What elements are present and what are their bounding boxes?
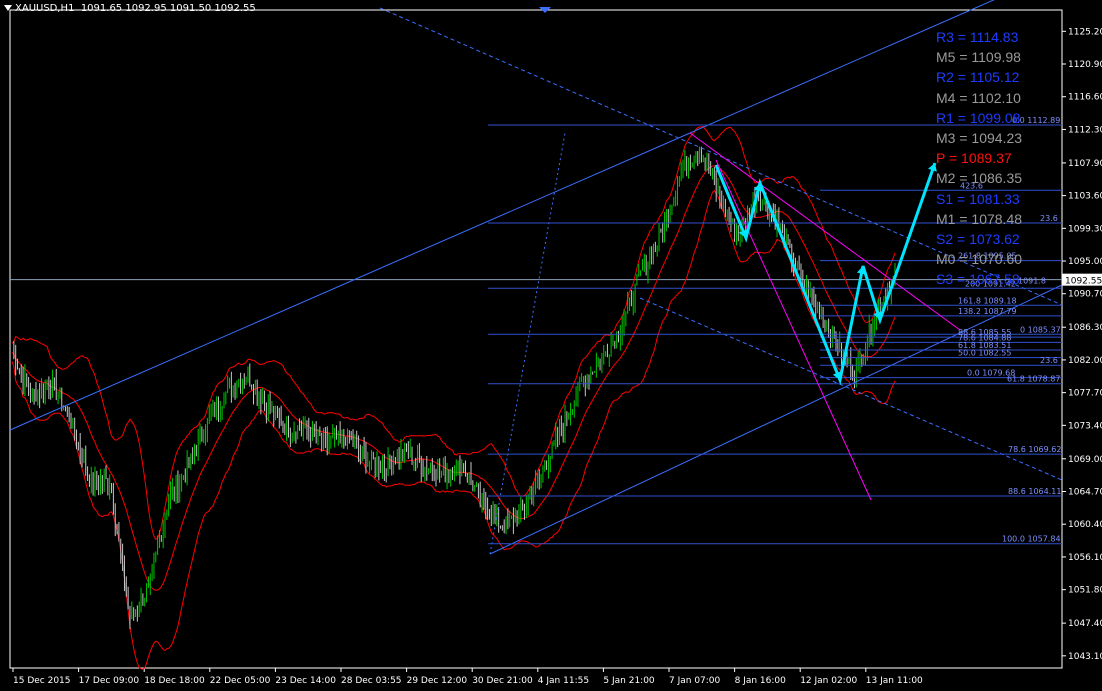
x-tick-label: 23 Dec 14:00 — [275, 676, 336, 686]
fib-level-label: 23.6 — [1040, 356, 1058, 365]
symbol-label: XAUUSD,H1 — [15, 3, 75, 14]
x-tick-label: 15 Dec 2015 — [13, 676, 71, 686]
bollinger-middle — [11, 165, 896, 591]
y-tick-label: 1073.40 — [1068, 421, 1102, 431]
y-tick-label: 1090.70 — [1068, 290, 1102, 300]
pivot-level: R2 = 1105.12 — [936, 69, 1020, 86]
y-tick-label: 1051.80 — [1068, 586, 1102, 596]
y-tick-label: 1120.90 — [1068, 60, 1102, 70]
pivot-level: S2 = 1073.62 — [936, 230, 1020, 247]
y-tick-label: 1112.30 — [1068, 125, 1102, 135]
pivot-level: M4 = 1102.10 — [936, 89, 1021, 106]
y-tick-label: 1095.00 — [1068, 257, 1102, 267]
fib-level-label: 100.0 1057.84 — [1002, 535, 1061, 544]
y-tick-label: 1107.90 — [1068, 159, 1102, 169]
x-tick-label: 13 Jan 11:00 — [866, 676, 923, 686]
ohlc-values: 1091.65 1092.95 1091.50 1092.55 — [80, 3, 256, 14]
upper-channel-line — [9, 132, 691, 431]
fib-level-label: 61.8 1078.87 — [1007, 375, 1060, 384]
y-tick-label: 1047.40 — [1068, 619, 1102, 629]
pivot-level: S1 = 1081.33 — [936, 190, 1020, 207]
fib-level-label: 161.8 1089.18 — [958, 296, 1017, 305]
pivot-level: P = 1089.37 — [936, 150, 1012, 167]
pattern-arrow-path — [714, 162, 937, 386]
x-tick-label: 8 Jan 16:00 — [735, 676, 787, 686]
fib-level-label: 0 1085.37 — [1020, 325, 1061, 334]
pivot-levels-panel: R3 = 1114.83 M5 = 1109.98 R2 = 1105.12 M4 =… — [936, 27, 1022, 289]
fib-level-label: 138.2 1087.79 — [958, 307, 1017, 316]
pivot-level: M1 = 1078.48 — [936, 210, 1023, 227]
x-tick-label: 29 Dec 12:00 — [407, 676, 468, 686]
x-tick-label: 17 Dec 09:00 — [79, 676, 140, 686]
x-tick-label: 7 Jan 07:00 — [669, 676, 721, 686]
x-tick-label: 4 Jan 11:55 — [538, 676, 589, 686]
fib-level-label: 23.6 — [1040, 214, 1058, 223]
current-price-label: 1092.55 — [1065, 277, 1102, 287]
fib-level-label: 78.6 1069.62 — [1008, 445, 1061, 454]
y-tick-label: 1069.00 — [1068, 455, 1102, 465]
x-tick-label: 5 Jan 21:00 — [603, 676, 655, 686]
x-tick-label: 12 Jan 02:00 — [800, 676, 857, 686]
pivot-level: R3 = 1114.83 — [936, 29, 1019, 45]
fib-level-label: 1091.8 — [1018, 276, 1046, 285]
y-tick-label: 1103.60 — [1068, 192, 1102, 202]
magenta-trend-lower — [715, 159, 872, 501]
y-tick-label: 1099.30 — [1068, 224, 1102, 234]
y-tick-label: 1116.60 — [1068, 93, 1102, 103]
x-tick-label: 18 Dec 18:00 — [144, 676, 205, 686]
y-tick-label: 1060.40 — [1068, 520, 1102, 530]
pivot-level: S3 = 1067.58 — [936, 271, 1020, 288]
y-tick-label: 1086.30 — [1068, 323, 1102, 333]
pivot-level: R1 = 1099.08 — [936, 109, 1021, 126]
y-tick-label: 1125.20 — [1068, 27, 1102, 37]
x-tick-label: 28 Dec 03:55 — [341, 676, 402, 686]
y-tick-label: 1056.10 — [1068, 553, 1102, 563]
fib-fan-dotted — [489, 132, 566, 555]
symbol-header: XAUUSD,H1 1091.65 1092.95 1091.50 1092.5… — [4, 3, 256, 14]
pivot-level: M0 = 1070.60 — [936, 251, 1023, 268]
x-tick-label: 30 Dec 21:00 — [472, 676, 533, 686]
x-tick-label: 22 Dec 05:00 — [210, 676, 271, 686]
y-tick-label: 1064.70 — [1068, 488, 1102, 498]
fib-level-label: 88.6 1064.11 — [1008, 487, 1061, 496]
chart-menu-icon[interactable] — [4, 5, 12, 11]
y-tick-label: 1082.00 — [1068, 356, 1102, 366]
lower-channel-line — [489, 284, 1063, 555]
y-tick-label: 1043.10 — [1068, 652, 1102, 662]
pivot-level: M3 = 1094.23 — [936, 129, 1023, 146]
pivot-level: M5 = 1109.98 — [936, 49, 1021, 66]
y-tick-label: 1077.70 — [1068, 389, 1102, 399]
pivot-level: M2 = 1086.35 — [936, 170, 1023, 187]
fib-level-label: 50.0 1082.55 — [958, 349, 1011, 358]
